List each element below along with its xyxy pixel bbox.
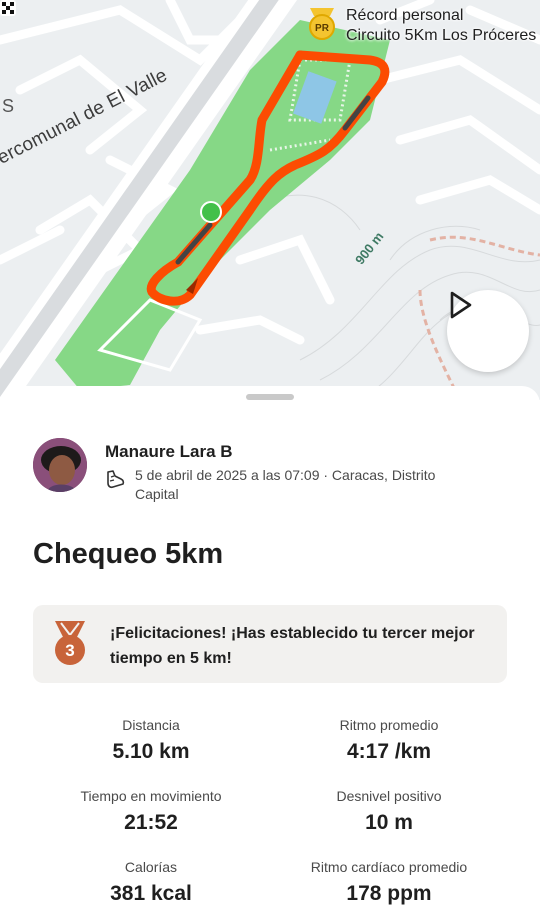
activity-date-location: 5 de abril de 2025 a las 07:09 · Caracas… [135,467,436,502]
sheet-drag-handle[interactable] [246,394,294,400]
achievement-message: ¡Felicitaciones! ¡Has establecido tu ter… [110,625,475,667]
finish-flag-icon [0,0,16,16]
stat-moving-time: Tiempo en movimiento 21:52 [16,787,286,836]
route-map[interactable]: S ercomunal de El Valle 900 m PR Récord … [0,0,540,400]
medal-icon: 3 [55,621,85,665]
activity-title: Chequeo 5km [33,538,224,570]
stat-value: 10 m [365,811,413,834]
stat-calories: Calorías 381 kcal [16,858,286,907]
achievement-banner[interactable]: 3 ¡Felicitaciones! ¡Has establecido tu t… [33,605,507,683]
pr-badge-text: PR [315,23,330,34]
stat-label: Desnivel positivo [336,788,442,804]
play-icon [450,291,472,319]
activity-sheet: Manaure Lara B 5 de abril de 2025 a las … [0,386,540,921]
segment-callout[interactable]: Récord personal Circuito 5Km Los Prócere… [346,6,536,46]
stat-value: 178 ppm [346,882,432,905]
stat-value: 4:17 /km [346,740,432,763]
map-label-partial: S [2,96,15,116]
stat-label: Ritmo promedio [339,717,439,733]
segment-title: Récord personal [346,7,464,24]
shoe-icon [107,470,125,489]
stat-label: Ritmo cardíaco promedio [310,859,468,875]
pr-badge-icon[interactable]: PR [306,6,338,40]
stat-label: Calorías [124,859,178,875]
stat-average-pace: Ritmo promedio 4:17 /km [254,716,524,765]
medal-number: 3 [65,641,74,660]
stat-value: 21:52 [124,811,178,834]
segment-name: Circuito 5Km Los Próceres [346,27,537,44]
stat-value: 381 kcal [110,882,192,905]
stat-distance: Distancia 5.10 km [16,716,286,765]
stat-value: 5.10 km [112,740,190,763]
stat-label: Tiempo en movimiento [80,788,222,804]
avatar[interactable] [33,438,87,492]
play-flyover-button[interactable] [447,290,529,372]
stat-label: Distancia [122,717,180,733]
athlete-name[interactable]: Manaure Lara B [105,442,233,462]
stat-average-heart-rate: Ritmo cardíaco promedio 178 ppm [254,858,524,907]
stat-elevation-gain: Desnivel positivo 10 m [254,787,524,836]
